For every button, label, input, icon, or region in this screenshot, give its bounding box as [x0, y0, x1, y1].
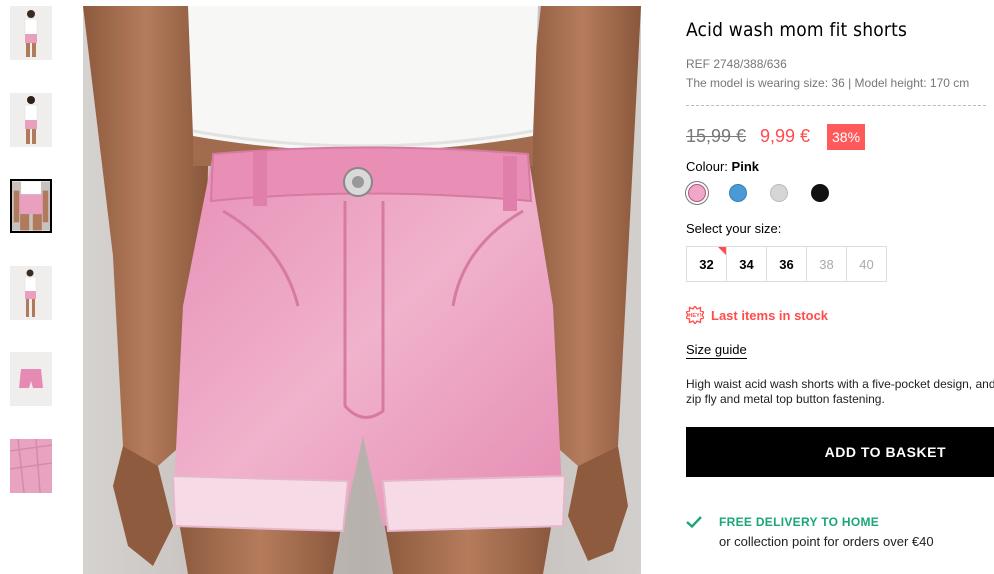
- stock-alert: HEY! Last items in stock: [686, 306, 828, 324]
- size-option-38[interactable]: 38: [806, 246, 847, 282]
- hey-alert-icon: HEY!: [686, 306, 704, 324]
- size-label: Select your size:: [686, 221, 782, 236]
- delivery-subtitle: or collection point for orders over €40: [719, 534, 934, 549]
- size-option-label: 34: [739, 256, 754, 272]
- selected-colour-name: Pink: [731, 159, 760, 174]
- size-option-32[interactable]: 32: [686, 246, 727, 282]
- model-back-image: [10, 93, 52, 147]
- size-option-34[interactable]: 34: [726, 246, 767, 282]
- discount-badge: 38%: [827, 124, 866, 150]
- thumbnail-product-flat[interactable]: [10, 352, 52, 406]
- size-option-label: 38: [819, 256, 834, 272]
- check-icon: [686, 516, 702, 529]
- thumbnail-front-full[interactable]: [10, 6, 52, 60]
- size-option-label: 40: [859, 256, 874, 272]
- product-title: Acid wash mom fit shorts: [686, 19, 908, 41]
- thumbnail-fabric-detail[interactable]: [10, 439, 52, 493]
- model-size-info: The model is wearing size: 36 | Model he…: [686, 76, 970, 90]
- size-option-label: 32: [699, 256, 714, 272]
- size-option-40[interactable]: 40: [846, 246, 887, 282]
- thumbnail-side-full[interactable]: [10, 266, 52, 320]
- hey-icon-text: HEY!: [688, 313, 701, 319]
- colour-label: Colour: Pink: [686, 159, 759, 174]
- size-option-label: 36: [779, 256, 794, 272]
- divider: [686, 105, 986, 106]
- old-price: 15,99 €: [686, 126, 747, 146]
- grey-swatch[interactable]: [770, 184, 788, 202]
- black-swatch[interactable]: [811, 184, 829, 202]
- add-to-basket-button[interactable]: ADD TO BASKET: [686, 427, 994, 477]
- pink-swatch[interactable]: [688, 184, 706, 202]
- thumbnail-column: [0, 0, 70, 574]
- low-stock-flag: [718, 247, 726, 255]
- model-front-image: [10, 6, 52, 60]
- stock-message: Last items in stock: [711, 307, 829, 323]
- blue-swatch[interactable]: [729, 184, 747, 202]
- size-selector: 32 34 36 38 40: [686, 246, 887, 282]
- sale-price: 9,99 €: [760, 126, 811, 146]
- product-description: High waist acid wash shorts with a five-…: [686, 377, 994, 406]
- colour-label-text: Colour:: [686, 159, 728, 174]
- product-flat-image: [10, 352, 52, 406]
- fabric-detail-image: [10, 439, 52, 493]
- main-product-image[interactable]: [83, 6, 641, 574]
- size-option-36[interactable]: 36: [766, 246, 807, 282]
- size-guide-link[interactable]: Size guide: [686, 342, 747, 359]
- detail-front-image: [12, 181, 50, 231]
- thumbnail-detail-front[interactable]: [10, 179, 52, 233]
- model-side-image: [10, 266, 52, 320]
- model-wearing-shorts-image: [83, 6, 641, 574]
- product-reference: REF 2748/388/636: [686, 57, 787, 71]
- delivery-title: FREE DELIVERY TO HOME: [719, 515, 880, 529]
- thumbnail-back-full[interactable]: [10, 93, 52, 147]
